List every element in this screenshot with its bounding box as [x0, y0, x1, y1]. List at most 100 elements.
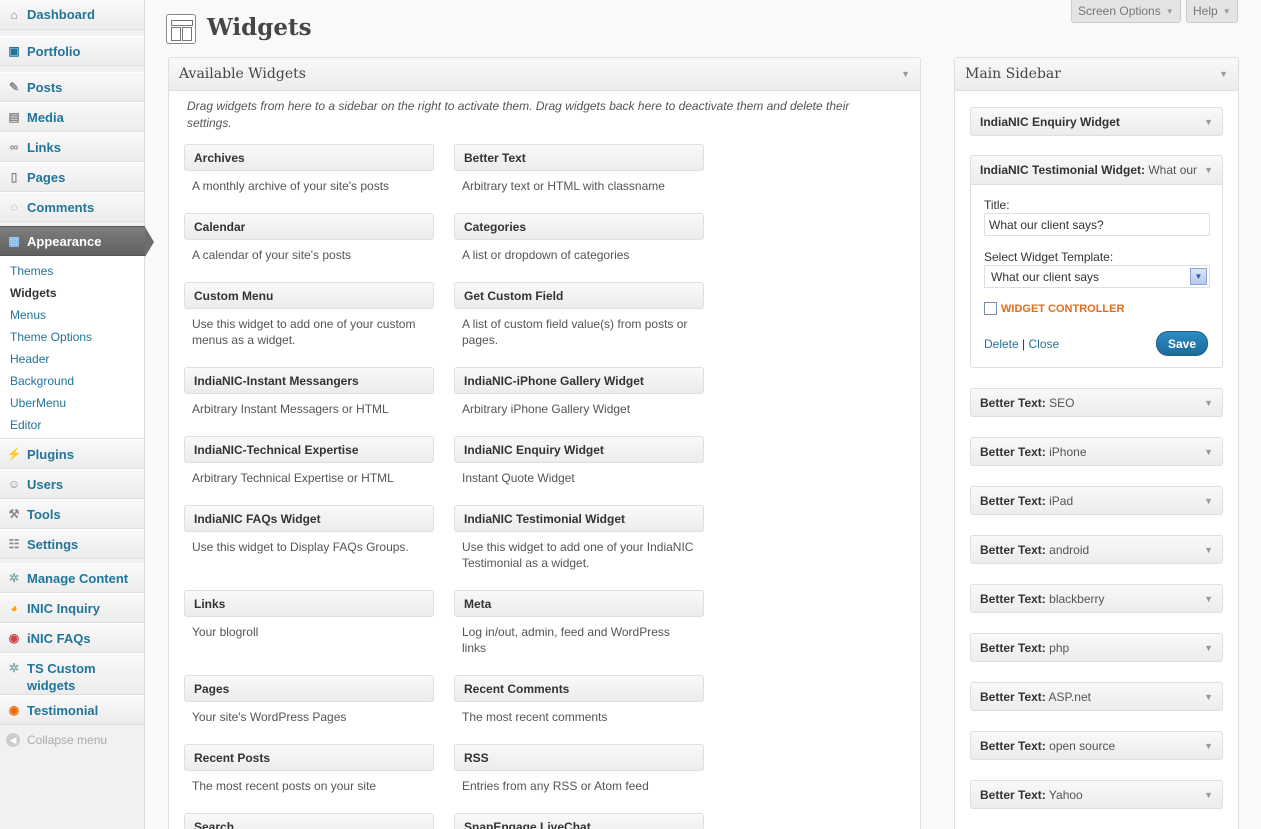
available-widget[interactable]: IndiaNIC Enquiry Widget Instant Quote Wid… [454, 436, 704, 486]
menu-portfolio[interactable]: ▣ Portfolio [0, 36, 144, 66]
available-widget[interactable]: Calendar A calendar of your site's posts [184, 213, 434, 263]
widget-controller-checkbox[interactable] [984, 302, 997, 315]
widget-title[interactable]: Links [184, 590, 434, 617]
sidebar-widget-title[interactable]: Better Text: iPhone ▼ [970, 437, 1223, 466]
submenu-themes[interactable]: Themes [0, 260, 144, 282]
menu-testimonial[interactable]: ◉ Testimonial [0, 695, 144, 725]
available-widget[interactable]: Recent Comments The most recent comments [454, 675, 704, 725]
sidebar-widget-title[interactable]: Better Text: iPad ▼ [970, 486, 1223, 515]
widget-title[interactable]: Pages [184, 675, 434, 702]
sidebar-widget-better-text[interactable]: Better Text: android ▼ [970, 535, 1223, 564]
available-widget[interactable]: SnapEngage LiveChat [454, 813, 704, 829]
sidebar-widget-better-text[interactable]: Better Text: Yahoo ▼ [970, 780, 1223, 809]
widget-title[interactable]: Recent Comments [454, 675, 704, 702]
submenu-menus[interactable]: Menus [0, 304, 144, 326]
available-widget[interactable]: Meta Log in/out, admin, feed and WordPres… [454, 590, 704, 656]
available-widgets-header[interactable]: Available Widgets ▼ [169, 58, 920, 91]
sidebar-widget-better-text[interactable]: Better Text: iPhone ▼ [970, 437, 1223, 466]
sidebar-widget-enquiry[interactable]: IndiaNIC Enquiry Widget ▼ [970, 107, 1223, 136]
available-widget[interactable]: IndiaNIC Testimonial Widget Use this widg… [454, 505, 704, 571]
widget-title[interactable]: Recent Posts [184, 744, 434, 771]
widget-title[interactable]: Categories [454, 213, 704, 240]
submenu-editor[interactable]: Editor [0, 414, 144, 436]
menu-posts[interactable]: ✎ Posts [0, 72, 144, 102]
available-widget[interactable]: Recent Posts The most recent posts on you… [184, 744, 434, 794]
available-widget[interactable]: IndiaNIC-Instant Messangers Arbitrary Ins… [184, 367, 434, 417]
sidebar-widget-better-text[interactable]: Better Text: php ▼ [970, 633, 1223, 662]
sidebar-widget-better-text[interactable]: Better Text: open source ▼ [970, 731, 1223, 760]
template-select[interactable]: What our client says ▼ [984, 265, 1210, 288]
submenu-background[interactable]: Background [0, 370, 144, 392]
available-widget[interactable]: Get Custom Field A list of custom field v… [454, 282, 704, 348]
sidebar-widget-title[interactable]: Better Text: SEO ▼ [970, 388, 1223, 417]
sidebar-widget-better-text[interactable]: Better Text: ASP.net ▼ [970, 682, 1223, 711]
available-widget[interactable]: Links Your blogroll [184, 590, 434, 640]
available-widget[interactable]: Archives A monthly archive of your site's… [184, 144, 434, 194]
submenu-header[interactable]: Header [0, 348, 144, 370]
title-input[interactable] [984, 213, 1210, 236]
menu-appearance[interactable]: ▦ Appearance [0, 226, 154, 257]
screen-options-button[interactable]: Screen Options ▼ [1071, 0, 1181, 23]
widget-title[interactable]: IndiaNIC-Instant Messangers [184, 367, 434, 394]
widget-title[interactable]: IndiaNIC Testimonial Widget [454, 505, 704, 532]
menu-inic-inquiry[interactable]: ◕ INIC Inquiry [0, 593, 144, 623]
widget-title[interactable]: IndiaNIC FAQs Widget [184, 505, 434, 532]
menu-links[interactable]: ∞ Links [0, 132, 144, 162]
widget-title[interactable]: RSS [454, 744, 704, 771]
save-button[interactable]: Save [1156, 331, 1208, 356]
sidebar-widget-better-text[interactable]: Better Text: SEO ▼ [970, 388, 1223, 417]
available-widget[interactable]: Pages Your site's WordPress Pages [184, 675, 434, 725]
widget-title[interactable]: IndiaNIC-iPhone Gallery Widget [454, 367, 704, 394]
sidebar-widget-title[interactable]: Better Text: php ▼ [970, 633, 1223, 662]
sidebar-widget-title[interactable]: Better Text: Yahoo ▼ [970, 780, 1223, 809]
sidebar-widget-title[interactable]: Better Text: android ▼ [970, 535, 1223, 564]
menu-inic-faqs[interactable]: ◉ iNIC FAQs [0, 623, 144, 653]
sidebar-widget-better-text[interactable]: Better Text: blackberry ▼ [970, 584, 1223, 613]
menu-users[interactable]: ☺ Users [0, 469, 144, 499]
widget-title[interactable]: SnapEngage LiveChat [454, 813, 704, 829]
available-widget[interactable]: Custom Menu Use this widget to add one of… [184, 282, 434, 348]
menu-tools[interactable]: ⚒ Tools [0, 499, 144, 529]
available-widget[interactable]: IndiaNIC-iPhone Gallery Widget Arbitrary … [454, 367, 704, 417]
sidebar-widget-title[interactable]: IndiaNIC Enquiry Widget ▼ [970, 107, 1223, 136]
chevron-down-icon[interactable]: ▼ [1190, 268, 1207, 285]
sidebar-widget-title[interactable]: IndiaNIC Testimonial Widget: What our ▼ [971, 156, 1222, 185]
menu-pages[interactable]: ▯ Pages [0, 162, 144, 192]
menu-media[interactable]: ▤ Media [0, 102, 144, 132]
submenu-ubermenu[interactable]: UberMenu [0, 392, 144, 414]
collapse-menu[interactable]: ◀ Collapse menu [0, 725, 144, 755]
widget-title[interactable]: IndiaNIC-Technical Expertise [184, 436, 434, 463]
menu-ts-custom-widgets[interactable]: ✲ TS Custom widgets [0, 653, 144, 695]
available-widget[interactable]: IndiaNIC-Technical Expertise Arbitrary Te… [184, 436, 434, 486]
sidebar-widget-title[interactable]: Better Text: open source ▼ [970, 731, 1223, 760]
close-link[interactable]: Close [1029, 337, 1060, 351]
help-button[interactable]: Help ▼ [1186, 0, 1238, 23]
menu-label: TS Custom widgets [27, 661, 96, 693]
menu-dashboard[interactable]: ⌂ Dashboard [0, 0, 144, 30]
menu-comments[interactable]: ◌ Comments [0, 192, 144, 222]
menu-plugins[interactable]: ⚡ Plugins [0, 439, 144, 469]
widget-title[interactable]: Custom Menu [184, 282, 434, 309]
menu-settings[interactable]: ☷ Settings [0, 529, 144, 559]
available-widget[interactable]: IndiaNIC FAQs Widget Use this widget to D… [184, 505, 434, 555]
widget-title[interactable]: Archives [184, 144, 434, 171]
widget-description: Arbitrary Technical Expertise or HTML [192, 471, 394, 485]
available-widget[interactable]: Search [184, 813, 434, 829]
available-widget[interactable]: Better Text Arbitrary text or HTML with c… [454, 144, 704, 194]
available-widget[interactable]: Categories A list or dropdown of categori… [454, 213, 704, 263]
widget-title[interactable]: Calendar [184, 213, 434, 240]
menu-manage-content[interactable]: ✲ Manage Content [0, 563, 144, 593]
sidebar-widget-better-text[interactable]: Better Text: iPad ▼ [970, 486, 1223, 515]
delete-link[interactable]: Delete [984, 337, 1019, 351]
widget-title[interactable]: Better Text [454, 144, 704, 171]
widget-title[interactable]: Meta [454, 590, 704, 617]
widget-title[interactable]: IndiaNIC Enquiry Widget [454, 436, 704, 463]
sidebar-widget-title[interactable]: Better Text: ASP.net ▼ [970, 682, 1223, 711]
sidebar-widget-title[interactable]: Better Text: blackberry ▼ [970, 584, 1223, 613]
submenu-theme-options[interactable]: Theme Options [0, 326, 144, 348]
widget-title[interactable]: Search [184, 813, 434, 829]
main-sidebar-header[interactable]: Main Sidebar ▼ [955, 58, 1238, 91]
available-widget[interactable]: RSS Entries from any RSS or Atom feed [454, 744, 704, 794]
widget-title[interactable]: Get Custom Field [454, 282, 704, 309]
submenu-widgets[interactable]: Widgets [0, 282, 144, 304]
